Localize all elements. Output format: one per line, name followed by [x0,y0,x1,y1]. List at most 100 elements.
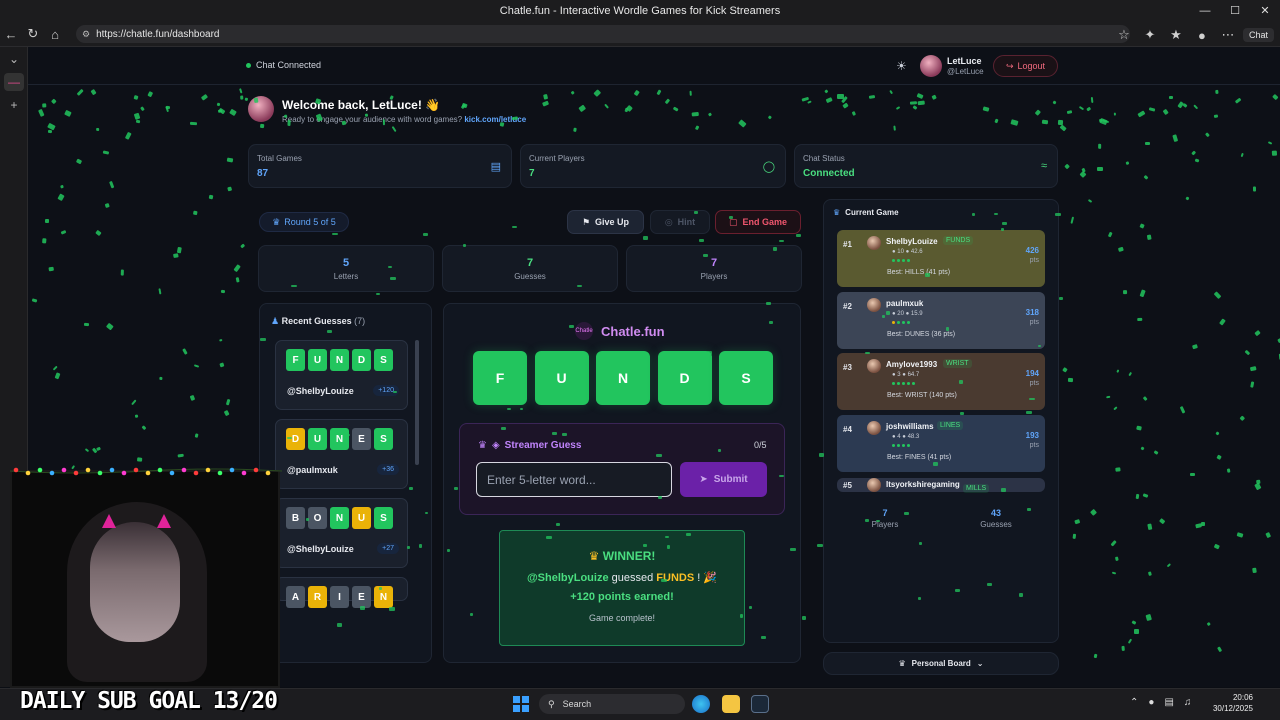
welcome-title: Welcome back, LetLuce! 👋 [282,98,441,112]
confetti-piece [1252,186,1256,192]
star-icon[interactable]: ☆ [1113,24,1135,46]
back-icon[interactable]: ← [0,23,22,45]
minimize-button[interactable]: — [1190,0,1220,22]
steam-icon[interactable] [751,695,769,713]
crown-icon: ♛ [272,216,281,227]
winner-mid-text: guessed [611,572,654,584]
confetti-piece [819,453,825,457]
mic-icon[interactable]: ● [1148,697,1154,708]
wifi-icon: ≈ [1040,160,1047,172]
user-handle: @LetLuce [947,67,984,76]
edge-icon[interactable] [692,695,710,713]
network-icon[interactable]: ▤ [1164,697,1173,708]
player-rank: #4 [843,425,852,434]
player-guess-dots [892,321,910,324]
confetti-piece [837,94,845,99]
logout-label: Logout [1017,61,1046,71]
chat-button[interactable]: Chat [1242,28,1274,42]
url-text: https://chatle.fun/dashboard [96,28,220,40]
maximize-button[interactable]: ☐ [1220,0,1250,22]
player-stats: ● 3 ● 64.7 [892,372,920,378]
confetti-piece [42,102,47,108]
welcome-avatar [248,96,274,122]
users-icon: ♟ [271,316,280,326]
windows-start-icon[interactable] [513,696,529,712]
more-icon[interactable]: ⋯ [1217,24,1239,46]
guess-user: @ShelbyLouize [287,544,354,554]
recent-guess-card: B O N U S @ShelbyLouize +27 [275,498,408,568]
close-window-button[interactable]: ✕ [1250,0,1280,22]
chevron-down-icon: ⌄ [976,659,984,668]
trophy-icon: ♛ [898,659,906,668]
brand-name: Chatle.fun [601,323,665,339]
streamer-guess-input[interactable] [476,462,672,497]
submit-button[interactable]: ➤ Submit [680,462,767,497]
personal-board-toggle[interactable]: ♛ Personal Board ⌄ [823,652,1059,675]
player-last-guess-tag: FUNDS [943,236,974,245]
confetti-piece [1026,507,1031,511]
guess-tile: N [330,428,349,450]
guess-tile: N [330,507,349,529]
confetti-piece [555,522,560,527]
confetti-piece [512,225,518,228]
leaderboard-player-card[interactable]: #3 Amylove1993 WRIST ● 3 ● 64.7 Best: WRIST … [837,353,1045,410]
answer-tile: D [657,351,712,405]
taskbar-search[interactable]: ⚲ Search [539,694,685,714]
tab-favicon-icon[interactable]: — [4,73,24,91]
confetti-piece [520,407,524,410]
theme-toggle-sun-icon[interactable]: ☀ [896,59,907,73]
refresh-icon[interactable]: ↻ [22,23,44,45]
chevron-up-icon[interactable]: ⌃ [1130,697,1138,708]
guess-tile: S [374,428,393,450]
player-points-value: 193 [1025,431,1039,440]
leaderboard-player-card[interactable]: #2 paulmxuk ● 20 ● 15.9 Best: DUNES (36 pts… [837,292,1045,349]
answer-tile: N [596,351,650,405]
give-up-button[interactable]: ⚑ Give Up [567,210,644,234]
taskbar-clock[interactable]: 20:06 30/12/2025 [1205,692,1253,714]
guess-user: @ShelbyLouize [287,386,354,396]
player-points-value: 426 [1025,246,1039,255]
player-points: 318 pts [1026,308,1039,328]
guess-tile: N [374,586,393,608]
guess-user: @paulmxuk [287,465,338,475]
confetti-piece [1111,571,1116,575]
confetti-piece [703,254,708,258]
confetti-piece [1251,567,1257,573]
favorites-icon[interactable]: ★ [1165,24,1187,46]
player-best: Best: HILLS (41 pts) [887,269,951,276]
round-label: Round 5 of 5 [284,217,336,227]
confetti-piece [657,495,662,499]
profile-icon[interactable]: ● [1191,24,1213,46]
confetti-piece [543,93,549,100]
hint-button[interactable]: ◎ Hint [650,210,710,234]
chevron-down-icon[interactable]: ⌄ [0,47,28,71]
user-avatar[interactable] [920,55,942,77]
trophy-icon: ♛ [588,549,600,563]
stat-value: 7 [529,168,535,179]
file-explorer-icon[interactable] [722,695,740,713]
recent-guess-card: D U N E S @paulmxuk +36 [275,419,408,489]
confetti-piece [226,157,234,163]
winner-word: FUNDS [656,572,695,584]
confetti-piece [546,535,552,539]
confetti-piece [102,150,110,154]
leaderboard-player-card[interactable]: #4 joshwilliams LINES ● 4 ● 48.3 Best: FINES… [837,415,1045,472]
flag-icon: ⚑ [581,216,591,227]
volume-icon[interactable]: ♫ [1184,697,1192,708]
recent-scrollbar[interactable] [415,340,419,465]
leaderboard-player-card[interactable]: #5 Itsyorkshiregaming MILLS [837,478,1045,493]
extensions-icon[interactable]: ✦ [1139,24,1161,46]
leaderboard-player-card[interactable]: #1 ShelbyLouize FUNDS ● 10 ● 42.6 Best: HILL… [837,230,1045,287]
end-game-button[interactable]: ▢ End Game [715,210,801,234]
confetti-piece [260,338,266,342]
confetti-piece [1189,473,1195,476]
confetti-piece [933,462,938,466]
confetti-piece [379,586,383,590]
logout-button[interactable]: ↪ Logout [993,55,1058,77]
confetti-piece [739,613,744,618]
home-icon[interactable]: ⌂ [44,23,66,45]
confetti-piece [868,94,875,99]
guess-tile: E [352,428,371,450]
add-tab-icon[interactable]: + [0,93,28,117]
address-bar[interactable]: ⚙ https://chatle.fun/dashboard [76,25,1130,43]
